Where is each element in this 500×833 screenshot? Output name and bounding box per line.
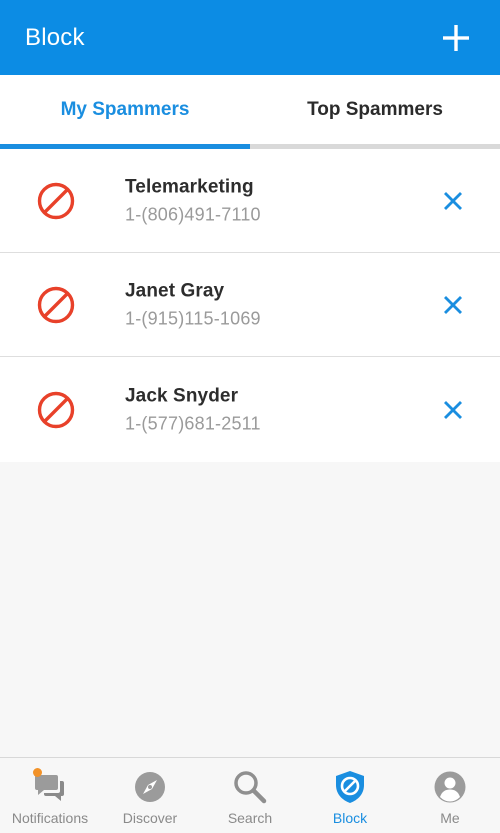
list-item[interactable]: Janet Gray 1-(915)115-1069 [0,253,500,357]
spammer-name: Jack Snyder [125,385,239,406]
plus-icon [443,24,469,51]
spammer-phone: 1-(806)491-7110 [125,204,261,224]
close-icon [444,400,462,419]
spammer-list: Telemarketing 1-(806)491-7110 Janet Gray… [0,149,500,462]
close-icon [444,191,462,210]
spammer-phone: 1-(915)115-1069 [125,308,261,328]
remove-button[interactable] [437,185,469,217]
spammer-name: Janet Gray [125,280,225,301]
block-icon [37,182,75,219]
tab-label: Top Spammers [307,99,443,120]
bottom-navigation: Notifications Discover Search Block Me [0,757,500,833]
nav-item-discover[interactable]: Discover [100,758,200,833]
spammer-name: Telemarketing [125,176,254,197]
nav-label: Notifications [11,810,89,826]
block-icon [37,286,75,323]
tab-my-spammers[interactable]: My Spammers [0,75,250,149]
page-title: Block [25,23,85,51]
nav-label: Block [332,810,368,826]
app-bar: Block [0,0,500,75]
tab-label: My Spammers [60,99,190,120]
person-icon [434,771,466,803]
remove-button[interactable] [437,394,469,426]
shield-block-icon [336,771,364,803]
nav-item-notifications[interactable]: Notifications [0,758,100,833]
close-icon [444,295,462,314]
nav-label: Discover [122,810,178,826]
remove-button[interactable] [437,289,469,321]
add-spammer-button[interactable] [436,18,476,58]
list-item[interactable]: Telemarketing 1-(806)491-7110 [0,149,500,253]
spammer-phone: 1-(577)681-2511 [125,413,261,433]
nav-item-search[interactable]: Search [200,758,300,833]
list-item[interactable]: Jack Snyder 1-(577)681-2511 [0,357,500,462]
nav-label: Search [227,810,273,826]
magnifier-icon [234,771,267,804]
block-icon [37,391,75,428]
nav-item-block[interactable]: Block [300,758,400,833]
tab-top-spammers[interactable]: Top Spammers [250,75,500,149]
notification-badge [33,768,42,777]
tab-bar: My Spammers Top Spammers [0,75,500,149]
compass-icon [135,772,165,802]
nav-label: Me [440,810,460,826]
nav-item-me[interactable]: Me [400,758,500,833]
